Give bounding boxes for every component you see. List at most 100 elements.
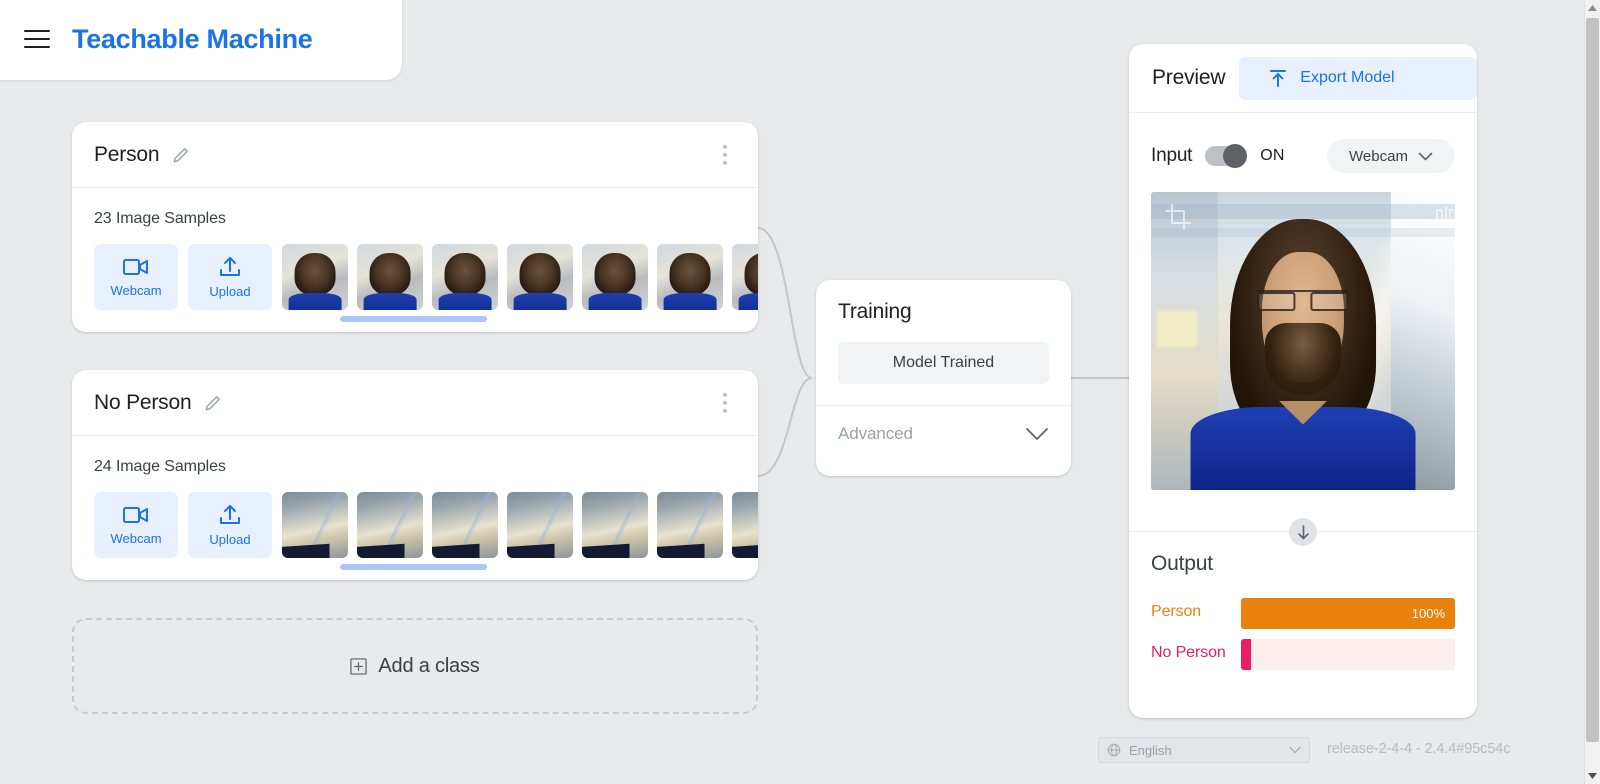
output-progress-bar: 100%: [1241, 598, 1455, 629]
sample-thumbnail[interactable]: [732, 492, 758, 558]
sample-thumbnail[interactable]: [732, 244, 758, 310]
subject-glasses: [1257, 290, 1348, 311]
output-progress-bar: [1241, 639, 1455, 670]
class-name-label: No Person: [94, 391, 191, 415]
plus-square-icon: [350, 658, 367, 675]
chevron-down-icon: [1025, 427, 1049, 441]
class-card-person[interactable]: Person 23 Image Samples Webcam Upload: [72, 122, 758, 332]
chevron-down-icon: [1418, 152, 1433, 161]
class-body: 23 Image Samples Webcam Upload: [72, 188, 758, 310]
hamburger-icon[interactable]: [24, 30, 50, 48]
sample-thumbnail-strip-person[interactable]: [282, 244, 758, 310]
sample-thumbnail[interactable]: [582, 244, 648, 310]
triangle-up-icon[interactable]: [1585, 0, 1600, 16]
export-model-button[interactable]: Export Model: [1239, 57, 1477, 100]
upload-icon: [218, 504, 242, 526]
upload-arrow-icon: [1268, 69, 1288, 88]
output-percent-label: 100%: [1412, 606, 1445, 621]
connector-class0-to-training: [758, 228, 812, 378]
language-label: English: [1129, 743, 1172, 758]
class-overflow-menu-icon[interactable]: [714, 141, 736, 169]
sample-source-row: Webcam Upload: [94, 492, 758, 558]
webcam-bg-ceiling-light: [1157, 311, 1197, 347]
preview-title: Preview: [1152, 66, 1225, 90]
output-progress-fill: 100%: [1241, 598, 1455, 629]
sample-source-row: Webcam Upload: [94, 244, 758, 310]
train-model-button[interactable]: Model Trained: [838, 342, 1049, 384]
sample-thumbnail[interactable]: [432, 492, 498, 558]
webcam-icon: [123, 257, 149, 277]
sample-count-label: 23 Image Samples: [94, 210, 758, 228]
sample-thumbnail[interactable]: [507, 244, 573, 310]
chevron-down-icon: [1289, 746, 1301, 754]
arrow-down-icon: [1289, 518, 1317, 546]
thumbnail-scroll-indicator[interactable]: [340, 316, 487, 322]
triangle-down-icon[interactable]: [1585, 768, 1600, 784]
add-class-button[interactable]: Add a class: [72, 618, 758, 714]
class-card-no-person[interactable]: No Person 24 Image Samples Webcam Upload: [72, 370, 758, 580]
preview-panel: Preview Export Model Input ON Webcam: [1129, 44, 1477, 718]
pencil-icon[interactable]: [203, 393, 223, 413]
advanced-label: Advanced: [838, 424, 913, 444]
output-class-label: No Person: [1151, 639, 1241, 663]
sample-thumbnail[interactable]: [507, 492, 573, 558]
sample-thumbnail[interactable]: [657, 492, 723, 558]
advanced-toggle-row[interactable]: Advanced: [816, 406, 1071, 462]
webcam-icon: [123, 505, 149, 525]
sample-thumbnail[interactable]: [357, 244, 423, 310]
webcam-button-no-person[interactable]: Webcam: [94, 492, 178, 558]
webcam-button-label: Webcam: [110, 531, 161, 546]
pencil-icon[interactable]: [171, 145, 191, 165]
sample-count-label: 24 Image Samples: [94, 458, 758, 476]
upload-button-person[interactable]: Upload: [188, 244, 272, 310]
training-title: Training: [816, 280, 1071, 324]
preview-header: Preview Export Model: [1129, 44, 1477, 113]
class-overflow-menu-icon[interactable]: [714, 389, 736, 417]
upload-button-label: Upload: [209, 532, 250, 547]
language-select[interactable]: English: [1098, 737, 1310, 763]
connector-class1-to-training: [758, 378, 812, 476]
scrollbar-thumb[interactable]: [1586, 18, 1599, 742]
webcam-preview[interactable]: [1151, 192, 1455, 490]
input-toggle-switch[interactable]: [1205, 146, 1247, 166]
class-header: Person: [72, 122, 758, 188]
subject-beard: [1265, 323, 1341, 395]
sample-thumbnail[interactable]: [282, 492, 348, 558]
output-class-label: Person: [1151, 598, 1241, 622]
upload-icon: [218, 256, 242, 278]
page-scrollbar[interactable]: [1584, 0, 1600, 784]
training-panel: Training Model Trained Advanced: [816, 280, 1071, 476]
input-device-label: Webcam: [1349, 148, 1408, 165]
webcam-button-label: Webcam: [110, 283, 161, 298]
class-body: 24 Image Samples Webcam Upload: [72, 436, 758, 558]
input-state-label: ON: [1260, 147, 1284, 165]
sample-thumbnail[interactable]: [357, 492, 423, 558]
add-class-label: Add a class: [378, 655, 479, 678]
input-device-select[interactable]: Webcam: [1327, 139, 1455, 173]
input-label: Input: [1151, 145, 1192, 167]
flip-horizontal-icon[interactable]: [1435, 204, 1455, 235]
sample-thumbnail[interactable]: [432, 244, 498, 310]
class-name-label: Person: [94, 143, 159, 167]
app-header: Teachable Machine: [0, 0, 402, 80]
upload-button-no-person[interactable]: Upload: [188, 492, 272, 558]
webcam-button-person[interactable]: Webcam: [94, 244, 178, 310]
crop-icon[interactable]: [1165, 204, 1191, 235]
output-row-no-person: No Person: [1151, 639, 1455, 670]
sample-thumbnail-strip-no-person[interactable]: [282, 492, 758, 558]
output-list: Person 100% No Person: [1151, 598, 1455, 680]
export-model-label: Export Model: [1300, 69, 1394, 87]
release-version-label: release-2-4-4 - 2.4.4#95c54c: [1327, 741, 1510, 757]
class-header: No Person: [72, 370, 758, 436]
sample-thumbnail[interactable]: [282, 244, 348, 310]
upload-button-label: Upload: [209, 284, 250, 299]
thumbnail-scroll-indicator[interactable]: [340, 564, 487, 570]
globe-icon: [1107, 743, 1121, 757]
output-progress-fill: [1241, 639, 1251, 670]
page-title: Teachable Machine: [72, 24, 312, 55]
sample-thumbnail[interactable]: [657, 244, 723, 310]
input-row: Input ON Webcam: [1129, 113, 1477, 173]
webcam-bg-ceiling-slat: [1151, 204, 1455, 219]
output-title: Output: [1151, 552, 1213, 576]
sample-thumbnail[interactable]: [582, 492, 648, 558]
